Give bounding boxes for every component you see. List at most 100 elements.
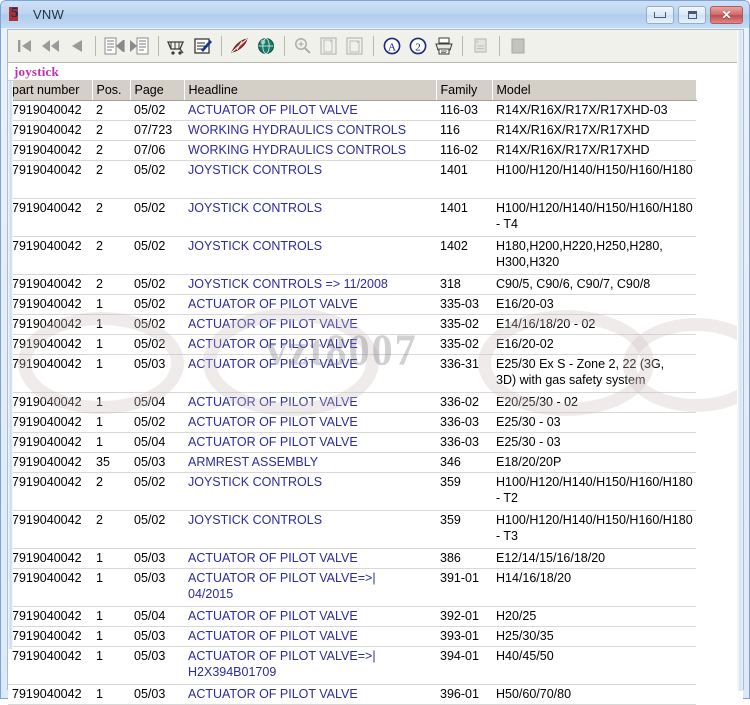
cell-headline[interactable]: JOYSTICK CONTROLS => 11/2008	[184, 275, 436, 295]
cell-model: H100/H120/H140/H150/H160/H180 - T2	[492, 473, 696, 511]
cell-headline[interactable]: WORKING HYDRAULICS CONTROLS	[184, 121, 436, 141]
page-view-alt-icon[interactable]	[342, 33, 368, 59]
page-next-icon[interactable]	[127, 33, 153, 59]
close-button[interactable]: ✕	[710, 6, 743, 24]
cell-page: 05/02	[130, 199, 184, 237]
cell-family: 336-02	[436, 393, 492, 413]
client-area: A 2	[7, 29, 744, 690]
toolbar: A 2	[8, 30, 743, 63]
cell-family: 318	[436, 275, 492, 295]
table-row[interactable]: 7919040042105/02ACTUATOR OF PILOT VALVE3…	[8, 295, 696, 315]
table-row[interactable]: 7919040042105/04ACTUATOR OF PILOT VALVE3…	[8, 433, 696, 453]
toolbar-separator	[158, 36, 159, 56]
cell-headline[interactable]: ACTUATOR OF PILOT VALVE	[184, 355, 436, 393]
cell-headline[interactable]: ACTUATOR OF PILOT VALVE	[184, 685, 436, 705]
table-row[interactable]: 7919040042205/02JOYSTICK CONTROLS1401H10…	[8, 161, 696, 199]
edit-form-icon[interactable]	[190, 33, 216, 59]
cell-pos: 1	[92, 549, 130, 569]
cell-headline[interactable]: ACTUATOR OF PILOT VALVE	[184, 101, 436, 121]
table-row[interactable]: 7919040042207/06WORKING HYDRAULICS CONTR…	[8, 141, 696, 161]
cell-headline[interactable]: JOYSTICK CONTROLS	[184, 511, 436, 549]
cell-part-number: 7919040042	[8, 549, 92, 569]
cell-headline[interactable]: ACTUATOR OF PILOT VALVE	[184, 335, 436, 355]
zoom-search-icon[interactable]	[290, 33, 316, 59]
print-icon[interactable]	[431, 33, 457, 59]
cell-headline[interactable]: JOYSTICK CONTROLS	[184, 161, 436, 199]
cell-part-number: 7919040042	[8, 199, 92, 237]
cell-model: H25/30/35	[492, 627, 696, 647]
cell-headline[interactable]: ARMREST ASSEMBLY	[184, 453, 436, 473]
notes-icon[interactable]	[468, 33, 494, 59]
column-header-part-number[interactable]: part number	[8, 80, 92, 101]
minimize-button[interactable]	[646, 6, 674, 24]
cell-headline[interactable]: ACTUATOR OF PILOT VALVE	[184, 413, 436, 433]
cell-pos: 1	[92, 295, 130, 315]
cell-model: H100/H120/H140/H150/H160/H180	[492, 161, 696, 199]
cell-model: C90/5, C90/6, C90/7, C90/8	[492, 275, 696, 295]
cell-headline[interactable]: ACTUATOR OF PILOT VALVE	[184, 549, 436, 569]
feather-pen-icon[interactable]	[227, 33, 253, 59]
cell-family: 336-03	[436, 413, 492, 433]
table-row[interactable]: 7919040042205/02JOYSTICK CONTROLS359H100…	[8, 473, 696, 511]
table-row[interactable]: 7919040042205/02JOYSTICK CONTROLS359H100…	[8, 511, 696, 549]
cell-headline[interactable]: ACTUATOR OF PILOT VALVE	[184, 393, 436, 413]
column-header-pos[interactable]: Pos.	[92, 80, 130, 101]
table-row[interactable]: 7919040042105/03ACTUATOR OF PILOT VALVE=…	[8, 569, 696, 607]
cell-headline[interactable]: ACTUATOR OF PILOT VALVE	[184, 627, 436, 647]
cell-pos: 2	[92, 161, 130, 199]
table-row[interactable]: 7919040042105/04ACTUATOR OF PILOT VALVE3…	[8, 607, 696, 627]
table-header-row: part number Pos. Page Headline Family Mo…	[8, 80, 696, 101]
cell-part-number: 7919040042	[8, 627, 92, 647]
cell-model: R14X/R16X/R17X/R17XHD	[492, 121, 696, 141]
stop-icon[interactable]	[505, 33, 531, 59]
cell-pos: 35	[92, 453, 130, 473]
table-row[interactable]: 7919040042105/04ACTUATOR OF PILOT VALVE3…	[8, 393, 696, 413]
table-row[interactable]: 7919040042205/02JOYSTICK CONTROLS => 11/…	[8, 275, 696, 295]
column-header-model[interactable]: Model	[492, 80, 696, 101]
cell-headline[interactable]: WORKING HYDRAULICS CONTROLS	[184, 141, 436, 161]
cell-pos: 1	[92, 627, 130, 647]
table-row[interactable]: 7919040042105/03ACTUATOR OF PILOT VALVE3…	[8, 685, 696, 705]
column-header-family[interactable]: Family	[436, 80, 492, 101]
table-row[interactable]: 7919040042205/02JOYSTICK CONTROLS1401H10…	[8, 199, 696, 237]
cell-headline[interactable]: JOYSTICK CONTROLS	[184, 473, 436, 511]
table-row[interactable]: 7919040042105/02ACTUATOR OF PILOT VALVE3…	[8, 413, 696, 433]
globe-icon[interactable]	[253, 33, 279, 59]
table-row[interactable]: 79190400423505/03ARMREST ASSEMBLY346E18/…	[8, 453, 696, 473]
cell-headline[interactable]: ACTUATOR OF PILOT VALVE	[184, 433, 436, 453]
cell-model: E25/30 - 03	[492, 413, 696, 433]
table-row[interactable]: 7919040042105/02ACTUATOR OF PILOT VALVE3…	[8, 335, 696, 355]
letter-a-icon[interactable]: A	[379, 33, 405, 59]
page-view-icon[interactable]	[316, 33, 342, 59]
cell-headline[interactable]: ACTUATOR OF PILOT VALVE	[184, 295, 436, 315]
first-record-icon[interactable]	[12, 33, 38, 59]
cell-headline[interactable]: ACTUATOR OF PILOT VALVE	[184, 607, 436, 627]
column-header-page[interactable]: Page	[130, 80, 184, 101]
table-row[interactable]: 7919040042205/02ACTUATOR OF PILOT VALVE1…	[8, 101, 696, 121]
cell-model: H100/H120/H140/H150/H160/H180 - T3	[492, 511, 696, 549]
cell-model: E18/20/20P	[492, 453, 696, 473]
cell-headline[interactable]: ACTUATOR OF PILOT VALVE=>| H2X394B01709	[184, 647, 436, 685]
cell-model: R14X/R16X/R17X/R17XHD	[492, 141, 696, 161]
toolbar-separator	[499, 36, 500, 56]
table-row[interactable]: 7919040042207/723WORKING HYDRAULICS CONT…	[8, 121, 696, 141]
table-row[interactable]: 7919040042105/03ACTUATOR OF PILOT VALVE3…	[8, 355, 696, 393]
table-row[interactable]: 7919040042105/03ACTUATOR OF PILOT VALVE3…	[8, 549, 696, 569]
previous-record-icon[interactable]	[64, 33, 90, 59]
cell-headline[interactable]: ACTUATOR OF PILOT VALVE	[184, 315, 436, 335]
table-row[interactable]: 7919040042105/03ACTUATOR OF PILOT VALVE3…	[8, 627, 696, 647]
shopping-cart-icon[interactable]	[164, 33, 190, 59]
left-rail	[8, 81, 13, 649]
maximize-button[interactable]	[678, 6, 706, 24]
page-first-icon[interactable]	[101, 33, 127, 59]
rewind-icon[interactable]	[38, 33, 64, 59]
cell-headline[interactable]: JOYSTICK CONTROLS	[184, 199, 436, 237]
cell-headline[interactable]: ACTUATOR OF PILOT VALVE=>| 04/2015	[184, 569, 436, 607]
cell-headline[interactable]: JOYSTICK CONTROLS	[184, 237, 436, 275]
table-row[interactable]: 7919040042105/02ACTUATOR OF PILOT VALVE3…	[8, 315, 696, 335]
cell-part-number: 7919040042	[8, 647, 92, 685]
table-row[interactable]: 7919040042105/03ACTUATOR OF PILOT VALVE=…	[8, 647, 696, 685]
table-row[interactable]: 7919040042205/02JOYSTICK CONTROLS1402H18…	[8, 237, 696, 275]
column-header-headline[interactable]: Headline	[184, 80, 436, 101]
number-2-icon[interactable]: 2	[405, 33, 431, 59]
